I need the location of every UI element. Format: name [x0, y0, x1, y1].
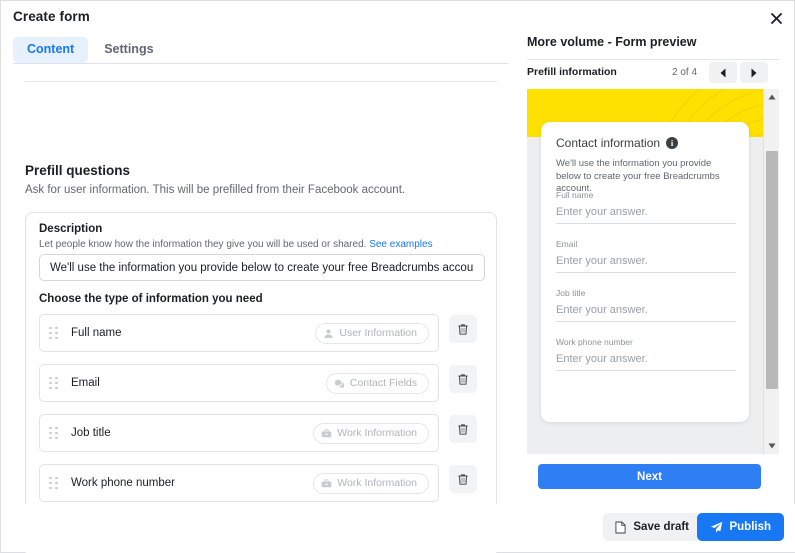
description-label: Description: [39, 223, 103, 235]
form-content-panel: Prefill questions Ask for user informati…: [1, 64, 511, 553]
preview-field-full-name: Full name Enter your answer.: [556, 190, 736, 224]
scroll-up-arrow-icon[interactable]: [764, 89, 779, 105]
drag-handle-icon[interactable]: [49, 476, 58, 490]
category-badge-label: Work Information: [337, 427, 417, 439]
prefill-field-row-full-name[interactable]: Full name User Information: [39, 314, 439, 352]
preview-prev-button[interactable]: [709, 62, 737, 83]
category-badge-label: Work Information: [337, 477, 417, 489]
preview-field-label: Email: [556, 239, 578, 249]
preview-field-work-phone-number: Work phone number Enter your answer.: [556, 337, 736, 371]
form-preview-panel: More volume - Form preview Prefill infor…: [511, 1, 795, 553]
category-badge-label: Contact Fields: [349, 377, 417, 389]
preview-field-job-title: Job title Enter your answer.: [556, 288, 736, 322]
description-input[interactable]: [39, 254, 485, 281]
preview-card-title-text: Contact information: [556, 136, 661, 150]
scrollbar-thumb[interactable]: [766, 151, 778, 389]
preview-divider: [527, 59, 779, 60]
preview-form-card: Contact information i We'll use the info…: [541, 122, 749, 422]
preview-nav: [709, 62, 768, 83]
choose-type-label: Choose the type of information you need: [39, 293, 263, 305]
prefill-field-label: Work phone number: [71, 477, 175, 489]
preview-step-count: 2 of 4: [672, 67, 698, 78]
category-badge-work-information[interactable]: Work Information: [313, 472, 429, 494]
prefill-field-row-job-title[interactable]: Job title Work Information: [39, 414, 439, 452]
category-badge-work-information[interactable]: Work Information: [313, 422, 429, 444]
scroll-down-arrow-icon[interactable]: [764, 438, 779, 454]
save-draft-label: Save draft: [633, 521, 689, 533]
preview-step-label: Prefill information: [527, 66, 617, 78]
preview-card-title: Contact information i: [556, 136, 679, 150]
preview-field-input[interactable]: Enter your answer.: [556, 255, 736, 273]
preview-field-input[interactable]: Enter your answer.: [556, 206, 736, 224]
chevron-right-icon: [751, 68, 757, 77]
section-divider: [25, 81, 497, 82]
prefill-field-label: Full name: [71, 327, 122, 339]
description-help-text: Let people know how the information they…: [39, 239, 367, 250]
description-help: Let people know how the information they…: [39, 239, 433, 250]
publish-label: Publish: [729, 521, 771, 533]
dialog-footer: Save draft Publish: [1, 504, 795, 552]
save-draft-button[interactable]: Save draft: [603, 513, 701, 541]
briefcase-icon: [321, 478, 332, 487]
prefill-field-label: Job title: [71, 427, 111, 439]
person-icon: [324, 328, 333, 338]
chevron-left-icon: [720, 68, 726, 77]
table-row: Job title Work Information: [39, 414, 485, 452]
see-examples-link[interactable]: See examples: [369, 239, 432, 250]
table-row: Email Contact Fields: [39, 364, 485, 402]
prefill-field-label: Email: [71, 377, 100, 389]
tab-bar: Content Settings: [13, 37, 168, 63]
preview-field-label: Work phone number: [556, 337, 633, 347]
trash-icon[interactable]: [449, 315, 477, 343]
briefcase-icon: [321, 428, 332, 437]
prefill-heading: Prefill questions: [25, 163, 131, 178]
drag-handle-icon[interactable]: [49, 426, 58, 440]
preview-field-label: Full name: [556, 190, 594, 200]
table-row: Work phone number Work Information: [39, 464, 485, 502]
preview-scrollbar[interactable]: [763, 89, 779, 454]
category-badge-contact-fields[interactable]: Contact Fields: [325, 372, 429, 394]
preview-field-email: Email Enter your answer.: [556, 239, 736, 273]
preview-field-label: Job title: [556, 288, 586, 298]
create-form-dialog: Create form Content Settings Prefill que…: [0, 0, 795, 553]
trash-icon[interactable]: [449, 365, 477, 393]
document-icon: [615, 521, 626, 533]
preview-field-list: Full name Enter your answer. Email Enter…: [556, 190, 736, 386]
category-badge-label: User Information: [339, 327, 417, 339]
table-row: Full name User Information: [39, 314, 485, 352]
page-title: Create form: [13, 9, 90, 24]
category-badge-user-information[interactable]: User Information: [315, 322, 429, 344]
trash-icon[interactable]: [449, 415, 477, 443]
prefill-field-row-email[interactable]: Email Contact Fields: [39, 364, 439, 402]
trash-icon[interactable]: [449, 465, 477, 493]
drag-handle-icon[interactable]: [49, 326, 58, 340]
preview-next-step-button[interactable]: Next: [538, 464, 761, 489]
info-icon[interactable]: i: [666, 137, 679, 149]
prefill-questions-card: Description Let people know how the info…: [25, 212, 497, 553]
preview-next-button[interactable]: [740, 62, 768, 83]
prefill-field-row-work-phone-number[interactable]: Work phone number Work Information: [39, 464, 439, 502]
chat-bubble-icon: [334, 379, 345, 388]
drag-handle-icon[interactable]: [49, 376, 58, 390]
preview-title: More volume - Form preview: [527, 35, 697, 49]
preview-field-input[interactable]: Enter your answer.: [556, 353, 736, 371]
publish-button[interactable]: Publish: [697, 513, 784, 541]
tab-settings[interactable]: Settings: [90, 37, 167, 63]
preview-field-input[interactable]: Enter your answer.: [556, 304, 736, 322]
paper-plane-icon: [711, 521, 723, 533]
tab-content[interactable]: Content: [13, 37, 89, 63]
prefill-subtext: Ask for user information. This will be p…: [25, 184, 406, 196]
prefill-field-list: Full name User Information Email Contact…: [39, 314, 485, 514]
preview-viewport: Contact information i We'll use the info…: [527, 89, 779, 454]
